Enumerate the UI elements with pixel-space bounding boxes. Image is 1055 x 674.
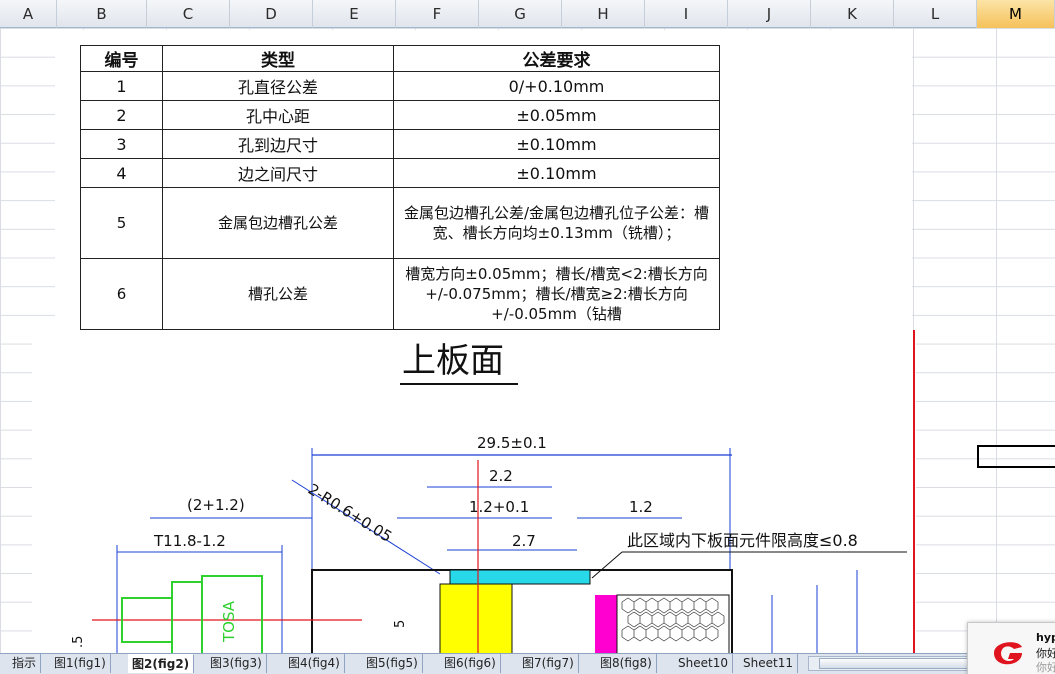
magenta-region xyxy=(595,595,617,655)
pcb-drawing-image[interactable]: 上板面 29.5±0.1 2.2 1.2+0.1 1.2 2.7 (2+1.2) xyxy=(32,330,916,655)
row-number: 3 xyxy=(80,129,163,159)
tosa-flange xyxy=(171,581,203,655)
tolerance-table-image[interactable]: 编号 类型 公差要求 1 孔直径公差 0/+0.10mm 2 孔中心距 ±0.0… xyxy=(55,30,912,330)
height-limit-note: 此区域内下板面元件限高度≤0.8 xyxy=(627,531,858,550)
dim-t118-label: T11.8-1.2 xyxy=(153,532,226,550)
horizontal-scrollbar[interactable] xyxy=(808,656,973,671)
tab-sheet[interactable]: 图3(fig3) xyxy=(206,654,267,673)
tab-sheet[interactable]: 指示 xyxy=(8,654,42,673)
table-row: 1 孔直径公差 0/+0.10mm xyxy=(80,71,720,101)
row-number: 4 xyxy=(80,158,163,188)
header-type: 类型 xyxy=(162,45,394,72)
drawing-title: 上板面 xyxy=(402,341,504,381)
pcb-drawing-svg: 上板面 29.5±0.1 2.2 1.2+0.1 1.2 2.7 (2+1.2) xyxy=(71,341,907,655)
scrollbar-thumb[interactable] xyxy=(819,658,969,669)
row-number: 6 xyxy=(80,258,163,330)
radius-label: 2-R0.6+0.05 xyxy=(305,480,395,546)
column-header-i[interactable]: I xyxy=(645,0,728,28)
tab-sheet[interactable]: Sheet11 xyxy=(739,654,798,673)
column-header-h[interactable]: H xyxy=(562,0,645,28)
column-header-j[interactable]: J xyxy=(728,0,811,28)
dim-12-label: 1.2 xyxy=(629,498,653,516)
table-row: 6 槽孔公差 槽宽方向±0.05mm；槽长/槽宽<2:槽长方向+/-0.075m… xyxy=(80,258,720,330)
tab-sheet[interactable]: 图6(fig6) xyxy=(440,654,501,673)
header-requirement: 公差要求 xyxy=(393,45,720,72)
tab-sheet[interactable]: 图7(fig7) xyxy=(518,654,579,673)
column-header-a[interactable]: A xyxy=(0,0,57,28)
column-header-e[interactable]: E xyxy=(313,0,396,28)
row-type: 孔到边尺寸 xyxy=(162,129,394,159)
row-type: 槽孔公差 xyxy=(162,258,394,330)
header-number: 编号 xyxy=(80,45,163,72)
table-header-row: 编号 类型 公差要求 xyxy=(80,45,720,72)
row-number: 1 xyxy=(80,71,163,101)
tab-sheet-active[interactable]: 图2(fig2) xyxy=(128,654,195,673)
yellow-region xyxy=(439,583,513,655)
page-break-line xyxy=(913,330,915,655)
row-requirement: 金属包边槽孔公差/金属包边槽孔位子公差：槽宽、槽长方向均±0.13mm（铣槽）； xyxy=(393,187,720,259)
notification-preview: 你好 xyxy=(1036,661,1055,674)
selected-cell[interactable] xyxy=(977,445,1055,468)
tosa-label: TOSA xyxy=(220,600,238,643)
notification-popup[interactable]: hyp 你好 你好 xyxy=(967,622,1055,674)
sheet-tab-bar: 指示 图1(fig1) 图2(fig2) 图3(fig3) 图4(fig4) 图… xyxy=(0,653,1055,674)
dim-22-label: 2.2 xyxy=(489,467,513,485)
row-number: 5 xyxy=(80,187,163,259)
app-logo-icon xyxy=(994,642,1022,665)
tab-sheet[interactable]: 图4(fig4) xyxy=(284,654,345,673)
dim-2p12-label: (2+1.2) xyxy=(187,496,245,514)
tab-sheet[interactable]: 图8(fig8) xyxy=(596,654,657,673)
dim-overall-label: 29.5±0.1 xyxy=(477,434,547,452)
note-leader xyxy=(591,551,623,579)
tab-sheet[interactable]: Sheet10 xyxy=(674,654,733,673)
row-requirement: 槽宽方向±0.05mm；槽长/槽宽<2:槽长方向+/-0.075mm；槽长/槽宽… xyxy=(393,258,720,330)
row-type: 孔直径公差 xyxy=(162,71,394,101)
row-type: 边之间尺寸 xyxy=(162,158,394,188)
tab-sheet[interactable]: 图1(fig1) xyxy=(50,654,111,673)
table-row: 2 孔中心距 ±0.05mm xyxy=(80,100,720,130)
column-header-m[interactable]: M xyxy=(977,0,1055,28)
column-header-l[interactable]: L xyxy=(894,0,977,28)
column-header-k[interactable]: K xyxy=(811,0,894,28)
dim-27-label: 2.7 xyxy=(512,532,536,550)
column-header-c[interactable]: C xyxy=(147,0,230,28)
row-requirement: ±0.05mm xyxy=(393,100,720,130)
table-row: 4 边之间尺寸 ±0.10mm xyxy=(80,158,720,188)
table-row: 3 孔到边尺寸 ±0.10mm xyxy=(80,129,720,159)
tolerance-table: 编号 类型 公差要求 1 孔直径公差 0/+0.10mm 2 孔中心距 ±0.0… xyxy=(80,45,720,330)
column-header-g[interactable]: G xyxy=(479,0,562,28)
row-requirement: ±0.10mm xyxy=(393,129,720,159)
tab-sheet[interactable]: 图5(fig5) xyxy=(362,654,423,673)
notification-title: hyp xyxy=(1036,631,1055,644)
row-requirement: ±0.10mm xyxy=(393,158,720,188)
metal-slot xyxy=(449,569,591,585)
table-row: 5 金属包边槽孔公差 金属包边槽孔公差/金属包边槽孔位子公差：槽宽、槽长方向均±… xyxy=(80,187,720,259)
spreadsheet-window: A B C D E F G H I J K L M 编号 类型 公差要求 1 孔… xyxy=(0,0,1055,674)
column-header-f[interactable]: F xyxy=(396,0,479,28)
column-header-b[interactable]: B xyxy=(57,0,147,28)
row-type: 孔中心距 xyxy=(162,100,394,130)
row-requirement: 0/+0.10mm xyxy=(393,71,720,101)
column-header-bar: A B C D E F G H I J K L M xyxy=(0,0,1055,28)
dim-05-label: .5 xyxy=(71,636,86,648)
dim-5-label: 5 xyxy=(393,620,408,628)
column-header-d[interactable]: D xyxy=(230,0,313,28)
row-number: 2 xyxy=(80,100,163,130)
row-type: 金属包边槽孔公差 xyxy=(162,187,394,259)
